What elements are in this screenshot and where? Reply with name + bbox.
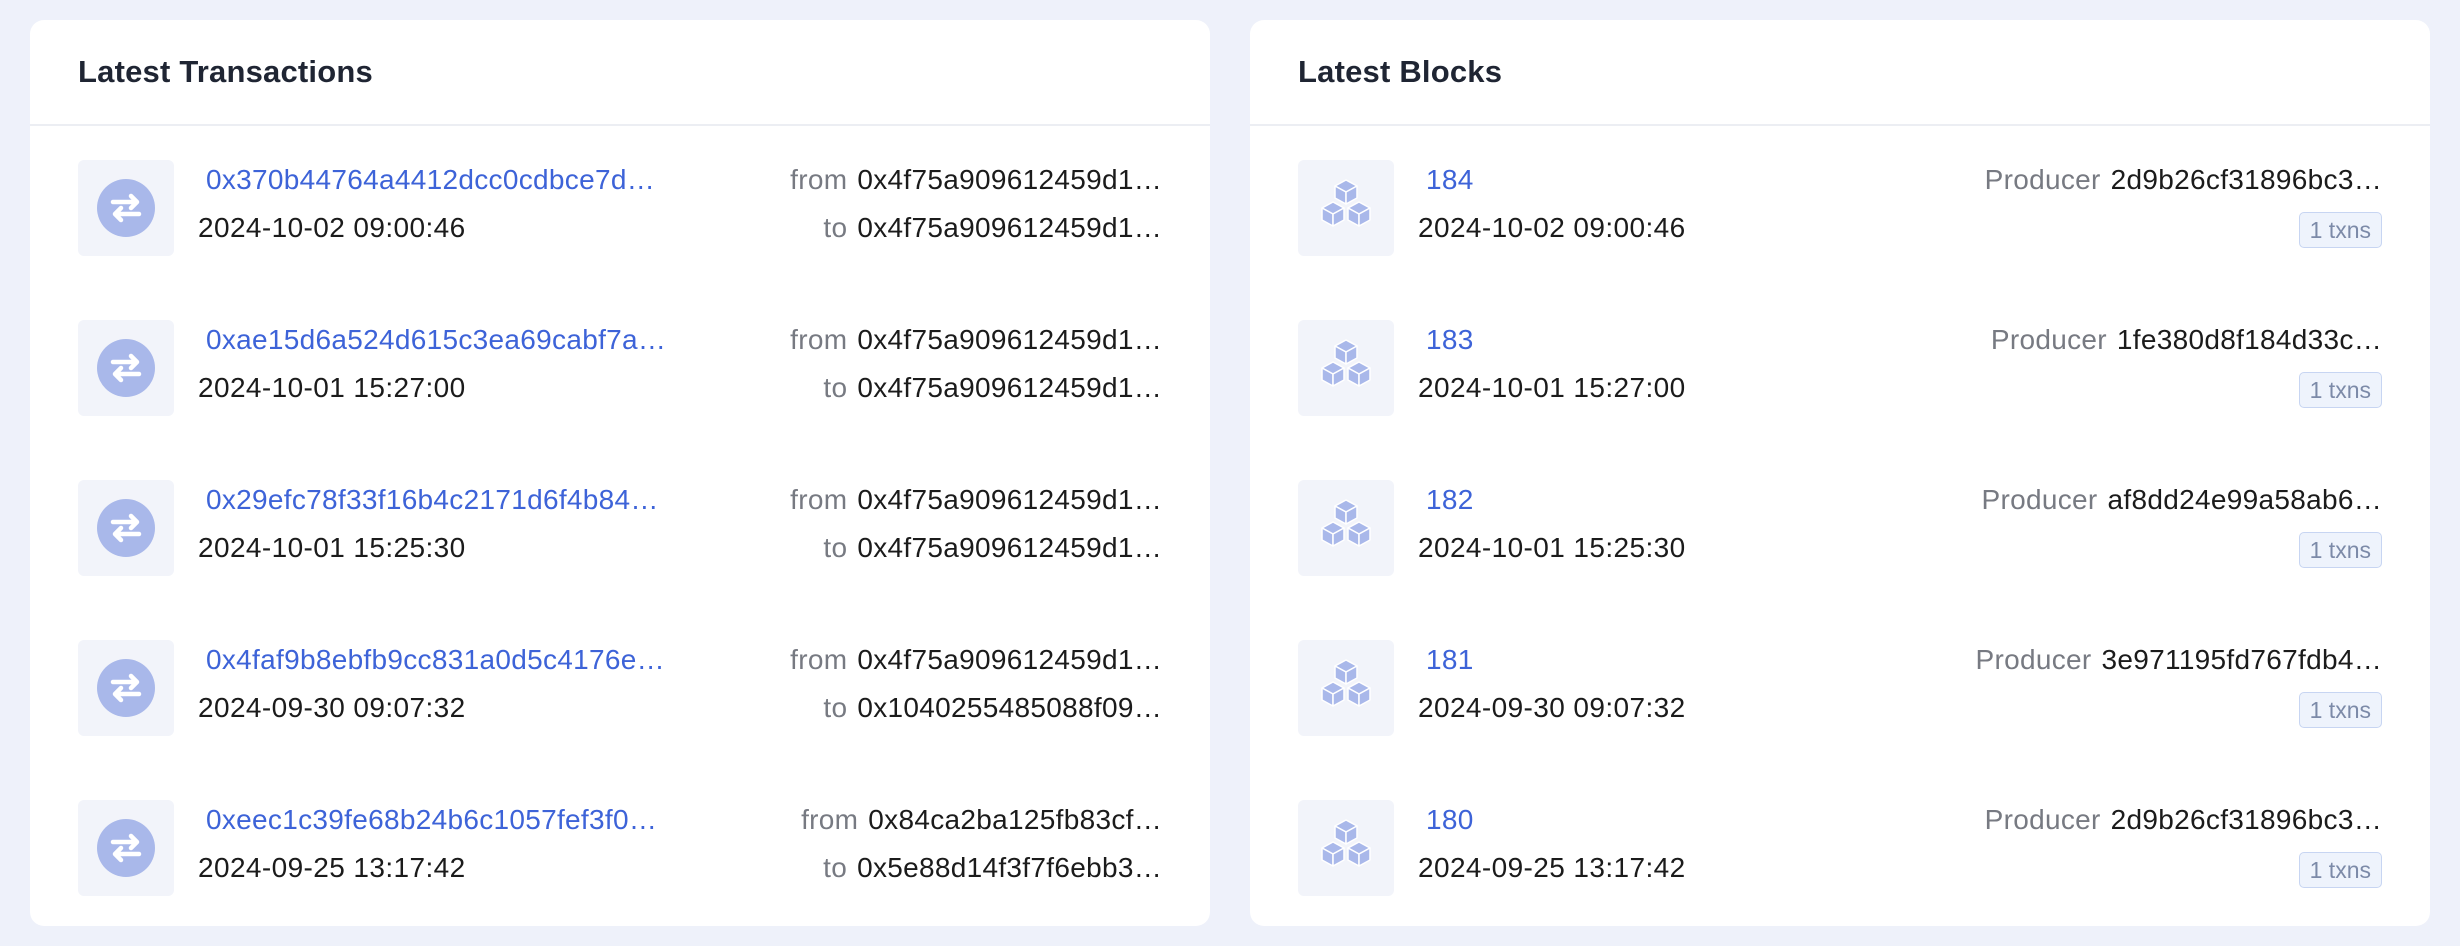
block-producer: Producer af8dd24e99a58ab6… — [1982, 484, 2382, 516]
txns-badge: 1 txns — [2298, 212, 2382, 248]
producer-label: Producer — [1981, 484, 2098, 515]
from-address-link[interactable]: 0x4f75a909612459d1… — [857, 644, 1162, 675]
transaction-time: 2024-10-01 15:27:00 — [198, 372, 466, 403]
producer-label: Producer — [1984, 804, 2101, 835]
cubes-icon — [1298, 800, 1394, 896]
transaction-from: from 0x4f75a909612459d1… — [790, 484, 1162, 516]
swap-arrows-icon — [78, 320, 174, 416]
to-address-link[interactable]: 0x4f75a909612459d1… — [857, 372, 1162, 403]
transaction-to: to 0x1040255485088f09… — [823, 692, 1162, 724]
transaction-row: 0x370b44764a4412dcc0cdbce7d… 2024-10-02 … — [78, 160, 1162, 258]
swap-arrows-icon — [78, 160, 174, 256]
swap-arrows-icon — [78, 640, 174, 736]
transaction-time: 2024-09-30 09:07:32 — [198, 692, 466, 723]
to-address-link[interactable]: 0x5e88d14f3f7f6ebb3… — [857, 852, 1162, 883]
block-time: 2024-10-02 09:00:46 — [1418, 212, 1686, 243]
block-time: 2024-09-30 09:07:32 — [1418, 692, 1686, 723]
block-number-link[interactable]: 182 — [1426, 484, 1474, 516]
latest-transactions-card: Latest Transactions 0x370b44764a4412dcc0… — [30, 20, 1210, 926]
transaction-time: 2024-10-01 15:25:30 — [198, 532, 466, 563]
transaction-hash-link[interactable]: 0x29efc78f33f16b4c2171d6f4b84… — [206, 484, 659, 516]
block-producer: Producer 2d9b26cf31896bc3… — [1985, 164, 2382, 196]
swap-arrows-icon — [78, 800, 174, 896]
from-label: from — [790, 164, 848, 195]
cubes-icon — [1298, 320, 1394, 416]
from-address-link[interactable]: 0x4f75a909612459d1… — [857, 324, 1162, 355]
to-label: to — [823, 692, 848, 723]
transaction-from: from 0x4f75a909612459d1… — [790, 644, 1162, 676]
block-number-link[interactable]: 183 — [1426, 324, 1474, 356]
block-number-link[interactable]: 184 — [1426, 164, 1474, 196]
from-address-link[interactable]: 0x4f75a909612459d1… — [857, 164, 1162, 195]
transaction-to: to 0x4f75a909612459d1… — [823, 212, 1162, 244]
to-address-link[interactable]: 0x1040255485088f09… — [857, 692, 1162, 723]
latest-blocks-header: Latest Blocks — [1250, 20, 2430, 126]
block-number-link[interactable]: 181 — [1426, 644, 1474, 676]
from-label: from — [790, 324, 848, 355]
swap-arrows-icon — [78, 480, 174, 576]
block-time: 2024-09-25 13:17:42 — [1418, 852, 1686, 883]
block-row: 182 2024-10-01 15:25:30 Producer af8dd24e… — [1298, 480, 2382, 578]
from-address-link[interactable]: 0x4f75a909612459d1… — [857, 484, 1162, 515]
transaction-hash-link[interactable]: 0xeec1c39fe68b24b6c1057fef3f0… — [206, 804, 657, 836]
transaction-hash-link[interactable]: 0x370b44764a4412dcc0cdbce7d… — [206, 164, 655, 196]
producer-label: Producer — [1984, 164, 2101, 195]
transaction-from: from 0x84ca2ba125fb83cf… — [801, 804, 1162, 836]
to-address-link[interactable]: 0x4f75a909612459d1… — [857, 212, 1162, 243]
cubes-icon — [1298, 480, 1394, 576]
transaction-from: from 0x4f75a909612459d1… — [790, 324, 1162, 356]
from-address-link[interactable]: 0x84ca2ba125fb83cf… — [868, 804, 1162, 835]
block-number-link[interactable]: 180 — [1426, 804, 1474, 836]
latest-blocks-title: Latest Blocks — [1298, 54, 1503, 89]
txns-badge: 1 txns — [2298, 852, 2382, 888]
producer-address-link[interactable]: 1fe380d8f184d33c… — [2117, 324, 2382, 355]
block-row: 180 2024-09-25 13:17:42 Producer 2d9b26cf… — [1298, 800, 2382, 898]
block-time: 2024-10-01 15:27:00 — [1418, 372, 1686, 403]
transaction-row: 0x29efc78f33f16b4c2171d6f4b84… 2024-10-0… — [78, 480, 1162, 578]
transaction-to: to 0x4f75a909612459d1… — [823, 532, 1162, 564]
to-label: to — [823, 372, 848, 403]
to-label: to — [823, 852, 848, 883]
latest-transactions-title: Latest Transactions — [78, 54, 373, 89]
producer-label: Producer — [1990, 324, 2107, 355]
transaction-time: 2024-10-02 09:00:46 — [198, 212, 466, 243]
transaction-hash-link[interactable]: 0xae15d6a524d615c3ea69cabf7a… — [206, 324, 666, 356]
block-row: 184 2024-10-02 09:00:46 Producer 2d9b26cf… — [1298, 160, 2382, 258]
txns-badge: 1 txns — [2298, 692, 2382, 728]
to-label: to — [823, 532, 848, 563]
cubes-icon — [1298, 640, 1394, 736]
transaction-row: 0xae15d6a524d615c3ea69cabf7a… 2024-10-01… — [78, 320, 1162, 418]
transaction-hash-link[interactable]: 0x4faf9b8ebfb9cc831a0d5c4176e… — [206, 644, 665, 676]
latest-transactions-header: Latest Transactions — [30, 20, 1210, 126]
block-producer: Producer 3e971195fd767fdb4… — [1976, 644, 2382, 676]
cubes-icon — [1298, 160, 1394, 256]
from-label: from — [790, 484, 848, 515]
to-address-link[interactable]: 0x4f75a909612459d1… — [857, 532, 1162, 563]
producer-label: Producer — [1975, 644, 2092, 675]
block-row: 183 2024-10-01 15:27:00 Producer 1fe380d8… — [1298, 320, 2382, 418]
txns-badge: 1 txns — [2298, 372, 2382, 408]
producer-address-link[interactable]: af8dd24e99a58ab6… — [2108, 484, 2382, 515]
transaction-to: to 0x5e88d14f3f7f6ebb3… — [823, 852, 1162, 884]
producer-address-link[interactable]: 2d9b26cf31896bc3… — [2111, 164, 2382, 195]
block-producer: Producer 2d9b26cf31896bc3… — [1985, 804, 2382, 836]
producer-address-link[interactable]: 3e971195fd767fdb4… — [2102, 644, 2382, 675]
block-time: 2024-10-01 15:25:30 — [1418, 532, 1686, 563]
producer-address-link[interactable]: 2d9b26cf31896bc3… — [2111, 804, 2382, 835]
transaction-time: 2024-09-25 13:17:42 — [198, 852, 466, 883]
transaction-to: to 0x4f75a909612459d1… — [823, 372, 1162, 404]
from-label: from — [790, 644, 848, 675]
transaction-from: from 0x4f75a909612459d1… — [790, 164, 1162, 196]
latest-blocks-card: Latest Blocks 184 2024-10-02 09:00:46 Pr… — [1250, 20, 2430, 926]
to-label: to — [823, 212, 848, 243]
txns-badge: 1 txns — [2298, 532, 2382, 568]
transaction-row: 0x4faf9b8ebfb9cc831a0d5c4176e… 2024-09-3… — [78, 640, 1162, 738]
block-row: 181 2024-09-30 09:07:32 Producer 3e971195… — [1298, 640, 2382, 738]
dashboard: Latest Transactions 0x370b44764a4412dcc0… — [0, 0, 2460, 946]
from-label: from — [801, 804, 859, 835]
transaction-row: 0xeec1c39fe68b24b6c1057fef3f0… 2024-09-2… — [78, 800, 1162, 898]
block-producer: Producer 1fe380d8f184d33c… — [1991, 324, 2382, 356]
